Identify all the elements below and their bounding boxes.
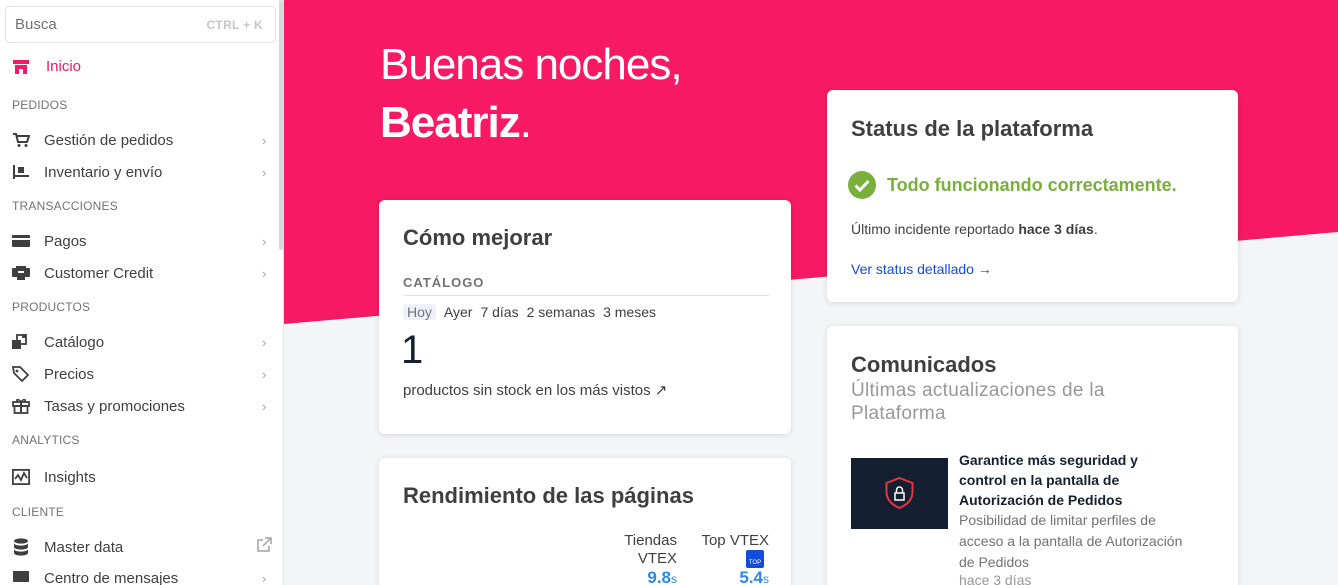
news-item-time: hace 3 días bbox=[959, 572, 1032, 585]
chevron-right-icon: › bbox=[262, 265, 267, 281]
chevron-right-icon: › bbox=[262, 398, 267, 414]
sidebar-item-label: Precios bbox=[44, 365, 95, 383]
register-icon bbox=[12, 264, 30, 282]
top-vtex-label: Top VTEX bbox=[701, 532, 769, 549]
vtex-stores-label-line1: Tiendas bbox=[624, 532, 677, 549]
sidebar-item-insights[interactable]: Insights bbox=[12, 465, 272, 489]
chevron-right-icon: › bbox=[262, 164, 267, 180]
period-tabs: Hoy Ayer 7 días 2 semanas 3 meses bbox=[403, 304, 656, 320]
sidebar: Busca CTRL + K Inicio PEDIDOS Gestión de… bbox=[0, 0, 284, 585]
improve-section-label: CATÁLOGO bbox=[403, 275, 485, 290]
out-of-stock-link[interactable]: productos sin stock en los más vistos ↗ bbox=[403, 381, 667, 399]
vtex-stores-number: 9.8 bbox=[647, 568, 671, 585]
section-cliente: CLIENTE bbox=[12, 505, 65, 519]
tag-icon bbox=[12, 365, 30, 383]
cart-icon bbox=[12, 131, 30, 149]
status-ok-text: Todo funcionando correctamente. bbox=[887, 174, 1177, 195]
vtex-stores-value: 9.8s bbox=[607, 568, 677, 585]
check-circle-icon bbox=[848, 171, 876, 199]
improve-title: Cómo mejorar bbox=[403, 225, 553, 250]
chart-line-icon bbox=[12, 468, 30, 486]
sidebar-item-label: Inicio bbox=[46, 58, 82, 75]
vtex-stores-label: Tiendas VTEX bbox=[607, 532, 677, 568]
chevron-right-icon: › bbox=[262, 366, 267, 382]
inventory-icon bbox=[12, 163, 30, 181]
top-badge-icon: TOP bbox=[746, 550, 764, 568]
search-input[interactable]: Busca CTRL + K bbox=[5, 6, 276, 43]
news-title: Comunicados bbox=[851, 352, 997, 377]
sidebar-item-label: Gestión de pedidos bbox=[44, 131, 174, 149]
external-link-icon bbox=[256, 536, 272, 558]
sidebar-item-label: Customer Credit bbox=[44, 264, 154, 282]
chevron-right-icon: › bbox=[262, 570, 267, 585]
credit-card-icon bbox=[12, 232, 30, 250]
sidebar-item-inventario[interactable]: Inventario y envío › bbox=[12, 160, 272, 184]
unit-seconds: s bbox=[671, 572, 677, 585]
shield-lock-icon bbox=[885, 476, 914, 510]
out-of-stock-count: 1 bbox=[401, 328, 424, 372]
user-name: Beatriz bbox=[380, 98, 521, 147]
chevron-right-icon: › bbox=[262, 334, 267, 350]
news-item-title[interactable]: Garantice más seguridad y control en la … bbox=[959, 450, 1169, 510]
sidebar-item-label: Centro de mensajes bbox=[44, 569, 179, 585]
news-subtitle: Últimas actualizaciones de la Plataforma bbox=[851, 380, 1105, 424]
sidebar-item-centro-mensajes[interactable]: Centro de mensajes › bbox=[12, 566, 272, 585]
database-icon bbox=[12, 538, 30, 556]
greeting-name-line: Beatriz. bbox=[380, 98, 532, 148]
performance-card: Rendimiento de las páginas Tiendas VTEX … bbox=[379, 458, 791, 585]
news-thumbnail[interactable] bbox=[851, 458, 948, 529]
section-analytics: ANALYTICS bbox=[12, 433, 80, 447]
sidebar-item-tasas-promociones[interactable]: Tasas y promociones › bbox=[12, 394, 272, 418]
sidebar-item-gestion-pedidos[interactable]: Gestión de pedidos › bbox=[12, 128, 272, 152]
tab-hoy[interactable]: Hoy bbox=[403, 304, 436, 320]
greeting-punct: . bbox=[519, 98, 532, 147]
divider bbox=[403, 295, 769, 296]
sidebar-item-customer-credit[interactable]: Customer Credit › bbox=[12, 261, 272, 285]
last-incident-time: hace 3 días bbox=[1018, 221, 1094, 237]
sidebar-item-label: Tasas y promociones bbox=[44, 397, 185, 415]
sidebar-item-label: Inventario y envío bbox=[44, 163, 163, 181]
sidebar-item-label: Pagos bbox=[44, 232, 87, 250]
tab-3-meses[interactable]: 3 meses bbox=[603, 304, 656, 320]
sidebar-item-pagos[interactable]: Pagos › bbox=[12, 229, 272, 253]
tab-ayer[interactable]: Ayer bbox=[444, 304, 473, 320]
status-title: Status de la plataforma bbox=[851, 116, 1094, 141]
performance-title: Rendimiento de las páginas bbox=[403, 483, 694, 508]
section-pedidos: PEDIDOS bbox=[12, 98, 68, 112]
section-transacciones: TRANSACCIONES bbox=[12, 199, 118, 213]
last-incident: Último incidente reportado hace 3 días. bbox=[851, 221, 1098, 237]
sidebar-item-label: Master data bbox=[44, 538, 124, 556]
store-icon bbox=[13, 59, 29, 74]
vtex-stores-label-line2: VTEX bbox=[637, 550, 677, 567]
status-detail-link[interactable]: Ver status detallado → bbox=[851, 261, 992, 277]
search-placeholder: Busca bbox=[15, 16, 57, 33]
sidebar-item-label: Catálogo bbox=[44, 333, 105, 351]
section-productos: PRODUCTOS bbox=[12, 300, 91, 314]
chevron-right-icon: › bbox=[262, 233, 267, 249]
sidebar-item-master-data[interactable]: Master data bbox=[12, 535, 272, 559]
chevron-right-icon: › bbox=[262, 132, 267, 148]
status-card: Status de la plataforma Todo funcionando… bbox=[827, 90, 1238, 302]
catalog-icon bbox=[12, 333, 30, 351]
tab-7-dias[interactable]: 7 días bbox=[480, 304, 518, 320]
sidebar-item-precios[interactable]: Precios › bbox=[12, 362, 272, 386]
improve-card: Cómo mejorar CATÁLOGO Hoy Ayer 7 días 2 … bbox=[379, 200, 791, 434]
sidebar-item-label: Insights bbox=[44, 468, 96, 486]
sidebar-scrollbar[interactable] bbox=[279, 0, 283, 250]
top-vtex-value: 5.4s bbox=[691, 568, 769, 585]
news-item-body: Posibilidad de limitar perfiles de acces… bbox=[959, 512, 1183, 570]
news-card: Comunicados Últimas actualizaciones de l… bbox=[827, 326, 1238, 585]
sidebar-item-inicio[interactable]: Inicio bbox=[12, 58, 81, 75]
sidebar-item-catalogo[interactable]: Catálogo › bbox=[12, 330, 272, 354]
search-shortcut: CTRL + K bbox=[206, 17, 263, 32]
status-ok-row: Todo funcionando correctamente. bbox=[848, 171, 1177, 199]
last-incident-suffix: . bbox=[1093, 221, 1098, 237]
unit-seconds: s bbox=[763, 572, 769, 585]
message-icon bbox=[12, 569, 30, 585]
last-incident-prefix: Último incidente reportado bbox=[851, 221, 1019, 237]
gift-icon bbox=[12, 397, 30, 415]
top-vtex-number: 5.4 bbox=[739, 568, 763, 585]
greeting-line: Buenas noches, bbox=[380, 40, 683, 89]
tab-2-semanas[interactable]: 2 semanas bbox=[527, 304, 595, 320]
